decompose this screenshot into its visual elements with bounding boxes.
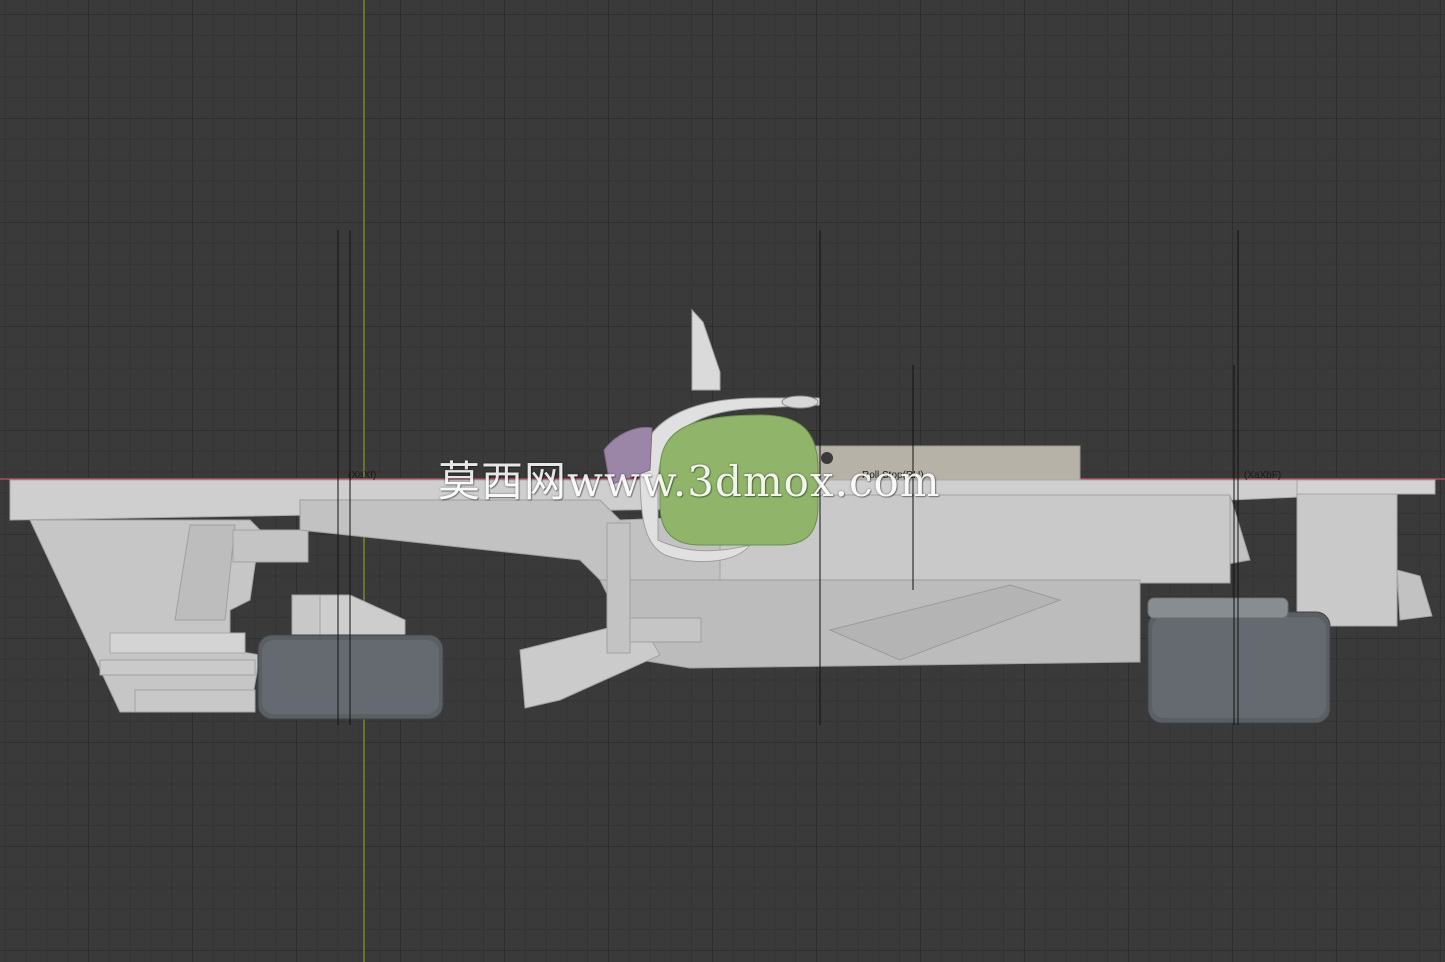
front-suspension-block xyxy=(319,594,406,641)
airbox-fin xyxy=(691,308,721,391)
rear-axle-label: (XaXbF) xyxy=(1244,470,1281,481)
nose-mount xyxy=(606,522,631,654)
front-endplate-c xyxy=(134,689,256,713)
rear-tire-tread xyxy=(1152,617,1326,718)
race-car-model[interactable] xyxy=(9,308,1436,724)
front-axle-label: (XaXf) xyxy=(348,470,376,481)
rear-wing-lower xyxy=(1396,569,1433,621)
mirror-pod xyxy=(781,395,819,409)
rear-wing-endplate xyxy=(1296,483,1398,627)
nose-block xyxy=(624,617,702,643)
front-bracket xyxy=(232,529,309,563)
watermark-text: 莫西网www.3dmox.com xyxy=(438,457,941,506)
rear-wing-top xyxy=(1296,479,1436,495)
front-endplate-a xyxy=(109,632,246,654)
front-endplate-b xyxy=(99,659,256,676)
rear-hub xyxy=(1147,597,1289,619)
